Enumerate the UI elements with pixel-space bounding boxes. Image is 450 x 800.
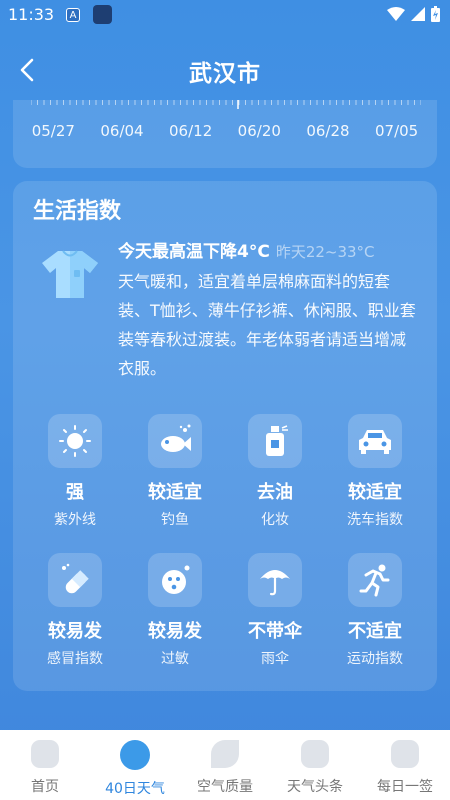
- yesterday-temp: 昨天22~33°C: [275, 243, 375, 261]
- index-value: 强: [66, 482, 84, 503]
- index-value: 较适宜: [348, 482, 402, 503]
- index-label: 雨伞: [261, 651, 289, 667]
- nav-daily-sign[interactable]: 每日一签: [360, 730, 450, 800]
- index-fishing[interactable]: 较适宜 钓鱼: [125, 414, 225, 529]
- allergy-icon: [148, 553, 202, 607]
- index-value: 较易发: [48, 621, 102, 642]
- index-sport[interactable]: 不适宜 运动指数: [325, 553, 425, 668]
- index-label: 运动指数: [347, 651, 403, 667]
- news-icon: [301, 740, 329, 768]
- index-cold[interactable]: 较易发 感冒指数: [25, 553, 125, 668]
- index-label: 感冒指数: [47, 651, 103, 667]
- section-title: 生活指数: [33, 199, 122, 224]
- index-value: 不适宜: [348, 621, 402, 642]
- timeline-date: 05/27: [31, 122, 75, 140]
- nav-label: 每日一签: [377, 779, 433, 795]
- sun-icon: [48, 414, 102, 468]
- nav-label: 空气质量: [197, 779, 253, 795]
- timeline-date: 07/05: [374, 122, 419, 140]
- home-icon: [31, 740, 59, 768]
- index-label: 紫外线: [54, 512, 96, 528]
- nav-label: 首页: [31, 779, 59, 795]
- temp-headline: 今天最高温下降4°C 昨天22~33°C: [118, 237, 375, 262]
- index-label: 化妆: [261, 512, 289, 528]
- index-label: 过敏: [161, 651, 189, 667]
- index-value: 较适宜: [148, 482, 202, 503]
- nav-weather-news[interactable]: 天气头条: [270, 730, 360, 800]
- timeline-dates: 05/27 06/04 06/12 06/20 06/28 07/05: [13, 122, 437, 140]
- timeline-date: 06/12: [169, 122, 213, 140]
- index-label: 钓鱼: [161, 512, 189, 528]
- index-value: 不带伞: [248, 621, 302, 642]
- index-uv[interactable]: 强 紫外线: [25, 414, 125, 529]
- nav-air-quality[interactable]: 空气质量: [180, 730, 270, 800]
- cosmetic-bottle-icon: [248, 414, 302, 468]
- header: 武汉市: [0, 48, 450, 92]
- status-time: 11:33: [8, 5, 55, 24]
- cloud-icon: [120, 740, 150, 770]
- car-icon: [348, 414, 402, 468]
- leaf-icon: [211, 740, 239, 768]
- timeline-date: 06/20: [237, 122, 281, 140]
- temp-change: 今天最高温下降4°C: [118, 242, 270, 262]
- notification-a-icon: A: [66, 8, 80, 22]
- nav-label: 天气头条: [287, 779, 343, 795]
- index-umbrella[interactable]: 不带伞 雨伞: [225, 553, 325, 668]
- page-title: 武汉市: [189, 61, 261, 87]
- running-icon: [348, 553, 402, 607]
- nav-label: 40日天气: [105, 781, 165, 797]
- fish-icon: [148, 414, 202, 468]
- timeline-date: 06/04: [100, 122, 144, 140]
- index-makeup[interactable]: 去油 化妆: [225, 414, 325, 529]
- app-notification-icon: [93, 5, 112, 24]
- index-value: 去油: [257, 482, 293, 503]
- nav-home[interactable]: 首页: [0, 730, 90, 800]
- index-allergy[interactable]: 较易发 过敏: [125, 553, 225, 668]
- wifi-icon: [387, 7, 405, 21]
- battery-icon: [431, 6, 440, 22]
- pill-icon: [48, 553, 102, 607]
- status-bar: 11:33 A: [0, 0, 450, 32]
- index-value: 较易发: [148, 621, 202, 642]
- index-carwash[interactable]: 较适宜 洗车指数: [325, 414, 425, 529]
- status-indicators: [387, 6, 440, 22]
- timeline-card: 05/27 06/04 06/12 06/20 06/28 07/05: [13, 100, 437, 168]
- nav-40day-weather[interactable]: 40日天气: [90, 730, 180, 800]
- sign-icon: [391, 740, 419, 768]
- signal-icon: [411, 7, 425, 21]
- umbrella-icon: [248, 553, 302, 607]
- tshirt-icon: [42, 250, 98, 298]
- timeline-ticks: [31, 100, 421, 109]
- clothing-advice: 天气暖和，适宜着单层棉麻面料的短套装、T恤衫、薄牛仔衫裤、休闲服、职业套装等春秋…: [118, 272, 416, 378]
- timeline-date: 06/28: [306, 122, 350, 140]
- bottom-nav: 首页 40日天气 空气质量 天气头条 每日一签: [0, 730, 450, 800]
- index-label: 洗车指数: [347, 512, 403, 528]
